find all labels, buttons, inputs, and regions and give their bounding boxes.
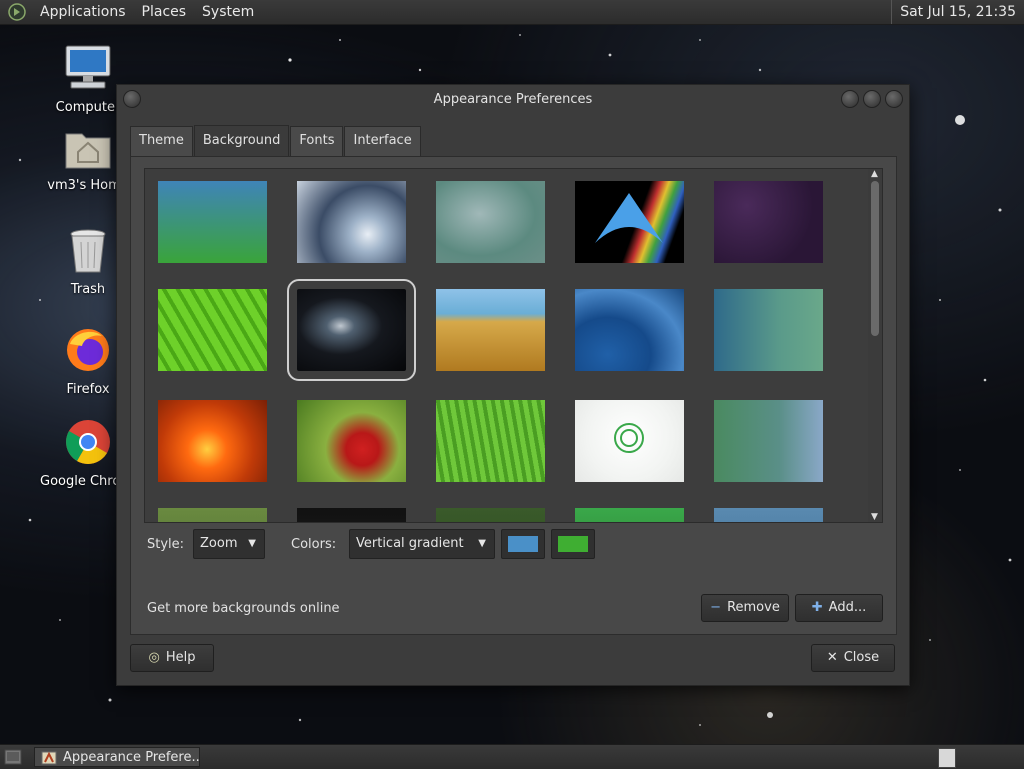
logo-mark-icon [614,423,644,453]
wallpaper-thumbnail[interactable] [158,181,267,263]
wallpaper-thumbnail[interactable] [714,508,823,522]
menu-system[interactable]: System [194,0,262,24]
remove-label: Remove [727,600,780,615]
colors-value: Vertical gradient [356,536,464,551]
tab-interface[interactable]: Interface [344,126,421,156]
help-lifebuoy-icon: ◎ [148,650,160,665]
distro-logo-icon[interactable] [8,3,26,21]
wallpaper-thumbnail[interactable] [436,400,545,482]
scroll-up-icon[interactable]: ▲ [871,169,878,179]
background-tab-panel: ▲ ▼ Style: Zoom ▼ Colors: Vertical gradi… [130,156,897,635]
more-backgrounds-link[interactable]: Get more backgrounds online [147,601,340,616]
plus-icon: ✚ [811,600,823,615]
close-icon: ✕ [826,650,838,665]
close-button[interactable]: ✕ Close [811,644,895,672]
taskbar-window-button[interactable]: Appearance Prefere... [34,747,200,767]
colors-label: Colors: [291,537,337,552]
wallpaper-thumbnail[interactable] [714,181,823,263]
minus-icon: − [710,600,722,615]
add-button[interactable]: ✚ Add... [795,594,883,622]
chrome-icon [66,420,110,464]
minimize-button[interactable] [841,90,859,108]
help-button[interactable]: ◎ Help [130,644,214,672]
style-combo[interactable]: Zoom ▼ [193,529,265,559]
style-label: Style: [147,537,185,552]
wallpaper-thumbnail[interactable] [297,400,406,482]
scroll-down-icon[interactable]: ▼ [871,512,878,522]
bottom-taskbar: Appearance Prefere... [0,744,1024,769]
add-label: Add... [828,600,867,615]
wallpaper-thumbnail[interactable] [575,508,684,522]
tab-background[interactable]: Background [193,125,290,156]
clock[interactable]: Sat Jul 15, 21:35 [891,0,1016,24]
remove-button[interactable]: − Remove [701,594,789,622]
primary-color-button[interactable] [501,529,545,559]
wallpaper-thumbnail[interactable] [714,289,823,371]
wallpaper-thumbnail[interactable] [436,508,545,522]
wallpaper-thumbnail[interactable] [714,400,823,482]
wallpaper-thumbnail[interactable] [436,181,545,263]
arch-logo-icon [595,193,663,243]
style-value: Zoom [200,536,238,551]
secondary-color-swatch [558,536,588,552]
wallpaper-thumbnail[interactable] [158,508,267,522]
menu-applications[interactable]: Applications [32,0,134,24]
wallpaper-thumbnail[interactable] [297,508,406,522]
wallpaper-thumbnail[interactable] [158,400,267,482]
wallpaper-scrollbar[interactable]: ▲ ▼ [868,169,882,522]
scroll-thumb[interactable] [871,181,879,336]
window-menu-button[interactable] [123,90,141,108]
top-panel: Applications Places System Sat Jul 15, 2… [0,0,1024,25]
workspace-switcher[interactable] [938,748,956,768]
wallpaper-thumbnail[interactable] [436,289,545,371]
wallpaper-thumbnail[interactable] [575,400,684,482]
wallpaper-thumbnail[interactable] [287,279,416,381]
home-folder-icon [65,133,111,169]
tab-bar: Theme Background Fonts Interface [130,125,422,156]
tab-theme[interactable]: Theme [130,126,193,156]
primary-color-swatch [508,536,538,552]
tab-fonts[interactable]: Fonts [290,126,344,156]
dialog-title: Appearance Preferences [433,92,593,107]
trash-icon [70,229,106,273]
close-label: Close [843,650,880,665]
wallpaper-thumbnail[interactable] [575,289,684,371]
wallpaper-thumbnail[interactable] [297,181,406,263]
wallpaper-grid[interactable]: ▲ ▼ [144,168,883,523]
chevron-down-icon: ▼ [478,538,486,549]
close-window-button[interactable] [885,90,903,108]
appearance-app-icon [41,751,57,765]
appearance-preferences-dialog: Appearance Preferences Theme Background … [116,84,910,686]
menu-places[interactable]: Places [134,0,195,24]
wallpaper-thumbnail[interactable] [575,181,684,263]
chevron-down-icon: ▼ [248,538,256,549]
show-desktop-icon[interactable] [4,749,22,765]
firefox-icon [67,329,109,371]
computer-icon [65,45,111,89]
dialog-titlebar[interactable]: Appearance Preferences [117,85,909,115]
help-label: Help [165,650,196,665]
maximize-button[interactable] [863,90,881,108]
taskbar-window-label: Appearance Prefere... [63,750,200,765]
wallpaper-thumbnail[interactable] [158,289,267,371]
colors-combo[interactable]: Vertical gradient ▼ [349,529,495,559]
secondary-color-button[interactable] [551,529,595,559]
